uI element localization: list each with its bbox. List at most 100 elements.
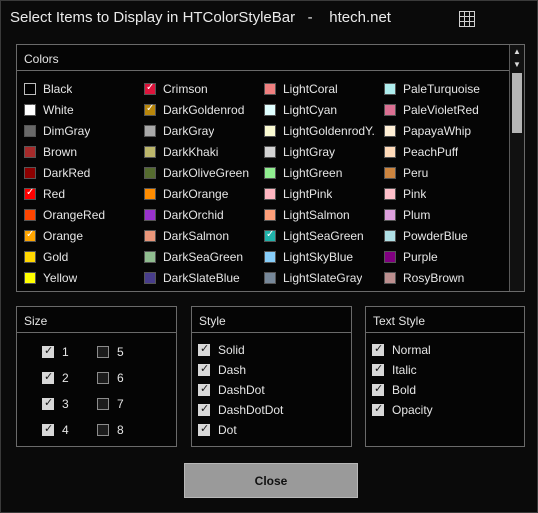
grid-icon[interactable]: [459, 11, 475, 27]
color-option[interactable]: Brown: [24, 143, 136, 161]
color-swatch-checkbox[interactable]: [144, 251, 156, 263]
color-swatch-checkbox[interactable]: [384, 104, 396, 116]
color-option[interactable]: DarkOrange: [144, 185, 256, 203]
color-swatch-checkbox[interactable]: [144, 209, 156, 221]
text-style-checkbox[interactable]: [372, 362, 384, 376]
color-swatch-checkbox[interactable]: [384, 272, 396, 284]
color-swatch-checkbox[interactable]: [24, 187, 36, 200]
color-swatch-checkbox[interactable]: [264, 188, 276, 200]
text-style-checkbox[interactable]: [372, 402, 384, 416]
colors-scrollbar[interactable]: ▲ ▼: [509, 45, 524, 291]
color-swatch-checkbox[interactable]: [144, 167, 156, 179]
color-option[interactable]: Plum: [384, 206, 504, 224]
color-option[interactable]: PaleTurquoise: [384, 80, 504, 98]
color-swatch-checkbox[interactable]: [24, 272, 36, 284]
color-swatch-checkbox[interactable]: [24, 229, 36, 242]
color-swatch-checkbox[interactable]: [264, 83, 276, 95]
color-option[interactable]: PaleVioletRed: [384, 101, 504, 119]
style-option[interactable]: Dash: [198, 362, 246, 378]
color-swatch-checkbox[interactable]: [144, 188, 156, 200]
color-option[interactable]: LightSkyBlue: [264, 248, 376, 266]
size-option[interactable]: 3: [42, 396, 69, 412]
color-swatch-checkbox[interactable]: [384, 167, 396, 179]
size-option[interactable]: 2: [42, 370, 69, 386]
color-swatch-checkbox[interactable]: [144, 230, 156, 242]
color-option[interactable]: DarkOliveGreen: [144, 164, 256, 182]
color-option[interactable]: DarkRed: [24, 164, 136, 182]
color-option[interactable]: LightSeaGreen: [264, 227, 376, 245]
color-option[interactable]: LightGoldenrodY...: [264, 122, 376, 140]
color-swatch-checkbox[interactable]: [144, 82, 156, 95]
color-swatch-checkbox[interactable]: [384, 125, 396, 137]
color-swatch-checkbox[interactable]: [24, 251, 36, 263]
style-option[interactable]: DashDotDot: [198, 402, 283, 418]
color-swatch-checkbox[interactable]: [24, 167, 36, 179]
style-checkbox[interactable]: [198, 402, 210, 416]
color-option[interactable]: Orange: [24, 227, 136, 245]
style-option[interactable]: Solid: [198, 342, 245, 358]
color-option[interactable]: DarkGoldenrod: [144, 101, 256, 119]
close-button[interactable]: Close: [184, 463, 358, 498]
size-option[interactable]: 5: [97, 344, 124, 360]
scroll-down-arrow-icon[interactable]: ▼: [510, 58, 524, 71]
color-swatch-checkbox[interactable]: [384, 230, 396, 242]
color-swatch-checkbox[interactable]: [264, 272, 276, 284]
size-checkbox[interactable]: [42, 396, 54, 410]
text-style-checkbox[interactable]: [372, 382, 384, 396]
color-swatch-checkbox[interactable]: [384, 83, 396, 95]
size-checkbox[interactable]: [97, 346, 109, 358]
color-option[interactable]: LightCoral: [264, 80, 376, 98]
color-swatch-checkbox[interactable]: [384, 251, 396, 263]
color-option[interactable]: DarkKhaki: [144, 143, 256, 161]
color-option[interactable]: Peru: [384, 164, 504, 182]
color-swatch-checkbox[interactable]: [144, 272, 156, 284]
size-checkbox[interactable]: [42, 344, 54, 358]
color-swatch-checkbox[interactable]: [264, 167, 276, 179]
style-checkbox[interactable]: [198, 422, 210, 436]
color-swatch-checkbox[interactable]: [24, 209, 36, 221]
color-option[interactable]: RosyBrown: [384, 269, 504, 287]
color-option[interactable]: DarkSeaGreen: [144, 248, 256, 266]
size-option[interactable]: 7: [97, 396, 124, 412]
style-checkbox[interactable]: [198, 382, 210, 396]
text-style-option[interactable]: Opacity: [372, 402, 433, 418]
size-option[interactable]: 4: [42, 422, 69, 438]
color-option[interactable]: PowderBlue: [384, 227, 504, 245]
color-option[interactable]: Pink: [384, 185, 504, 203]
color-option[interactable]: Black: [24, 80, 136, 98]
size-checkbox[interactable]: [42, 422, 54, 436]
color-option[interactable]: DarkSlateBlue: [144, 269, 256, 287]
size-option[interactable]: 8: [97, 422, 124, 438]
color-swatch-checkbox[interactable]: [384, 188, 396, 200]
color-swatch-checkbox[interactable]: [24, 125, 36, 137]
color-option[interactable]: Crimson: [144, 80, 256, 98]
color-swatch-checkbox[interactable]: [264, 251, 276, 263]
size-checkbox[interactable]: [97, 372, 109, 384]
color-option[interactable]: White: [24, 101, 136, 119]
color-option[interactable]: Gold: [24, 248, 136, 266]
color-swatch-checkbox[interactable]: [24, 103, 36, 116]
color-option[interactable]: DimGray: [24, 122, 136, 140]
color-option[interactable]: DarkGray: [144, 122, 256, 140]
color-option[interactable]: Purple: [384, 248, 504, 266]
style-checkbox[interactable]: [198, 342, 210, 356]
color-swatch-checkbox[interactable]: [24, 146, 36, 158]
color-option[interactable]: PeachPuff: [384, 143, 504, 161]
style-option[interactable]: DashDot: [198, 382, 265, 398]
size-checkbox[interactable]: [97, 424, 109, 436]
color-swatch-checkbox[interactable]: [264, 104, 276, 116]
color-swatch-checkbox[interactable]: [384, 146, 396, 158]
scroll-up-arrow-icon[interactable]: ▲: [510, 45, 524, 58]
color-swatch-checkbox[interactable]: [144, 103, 156, 116]
color-option[interactable]: LightCyan: [264, 101, 376, 119]
color-swatch-checkbox[interactable]: [264, 229, 276, 242]
size-checkbox[interactable]: [97, 398, 109, 410]
color-swatch-checkbox[interactable]: [264, 209, 276, 221]
color-swatch-checkbox[interactable]: [264, 125, 276, 137]
text-style-checkbox[interactable]: [372, 342, 384, 356]
color-swatch-checkbox[interactable]: [384, 209, 396, 221]
text-style-option[interactable]: Italic: [372, 362, 417, 378]
color-option[interactable]: LightGray: [264, 143, 376, 161]
color-swatch-checkbox[interactable]: [144, 125, 156, 137]
color-option[interactable]: DarkSalmon: [144, 227, 256, 245]
